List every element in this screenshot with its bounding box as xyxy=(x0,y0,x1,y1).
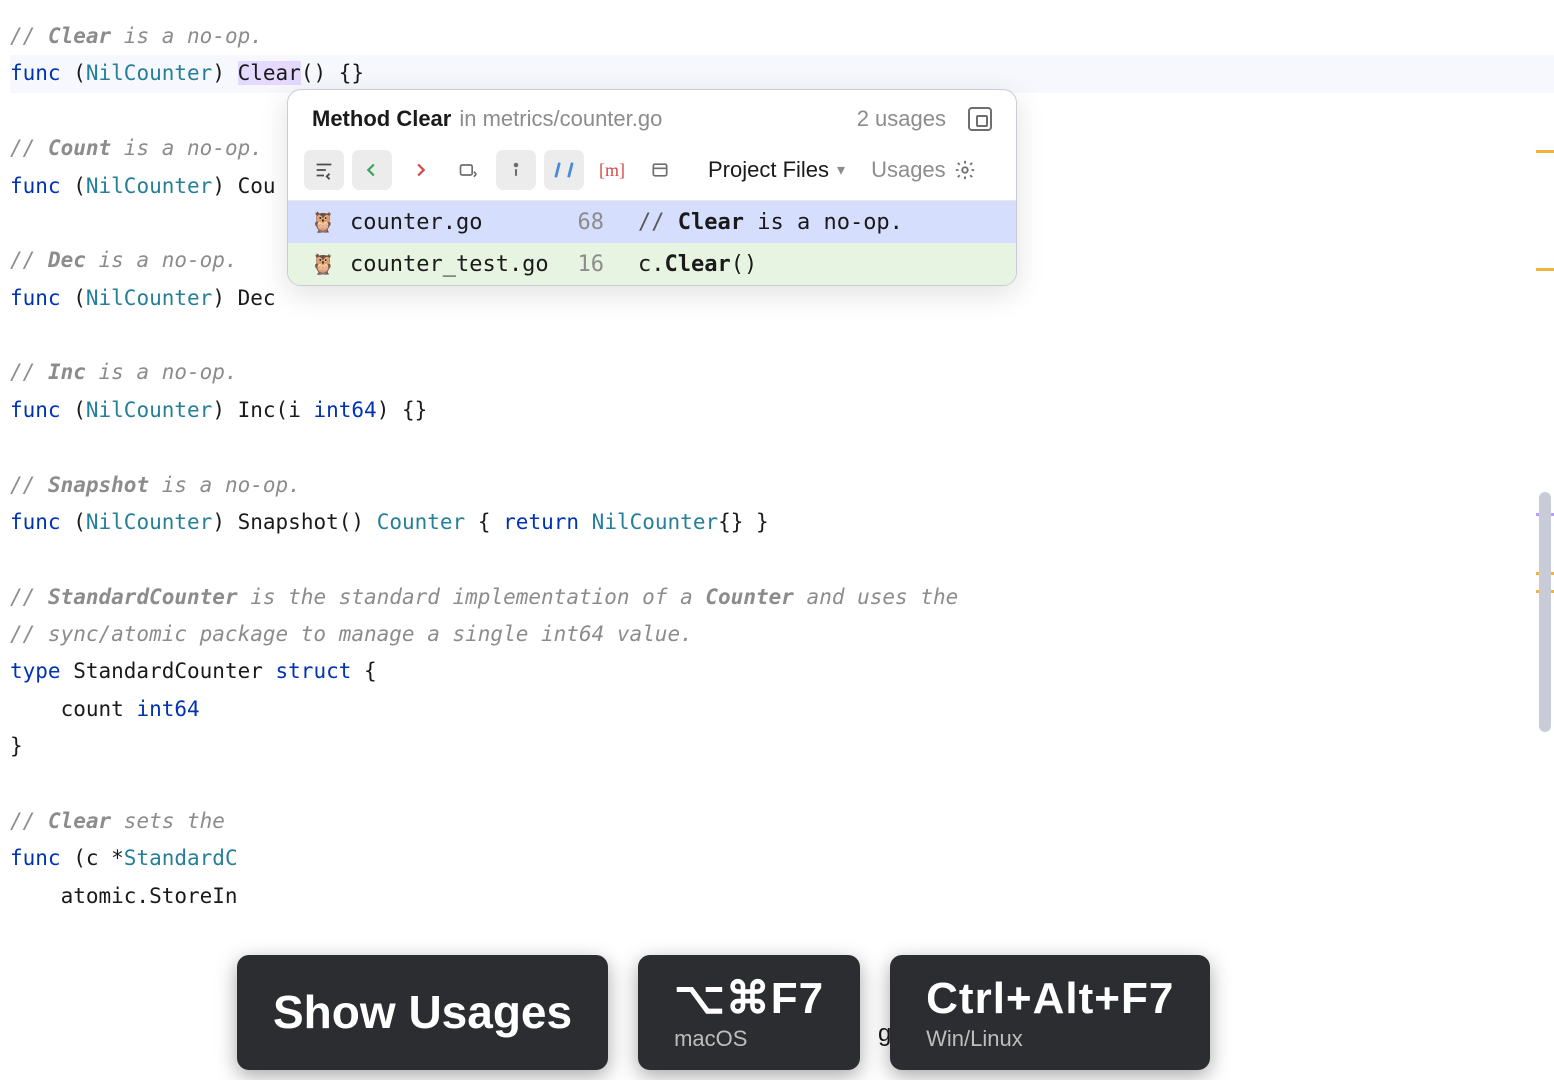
info-icon[interactable] xyxy=(496,150,536,190)
write-access-icon[interactable] xyxy=(400,150,440,190)
new-search-icon[interactable] xyxy=(304,150,344,190)
chevron-down-icon: ▾ xyxy=(837,160,845,180)
result-snippet: c.Clear() xyxy=(618,252,757,277)
popup-header: Method Clear in metrics/counter.go 2 usa… xyxy=(288,90,1016,144)
marker-rail[interactable] xyxy=(1536,0,1554,1080)
import-filter-icon[interactable] xyxy=(448,150,488,190)
preview-icon[interactable] xyxy=(640,150,680,190)
regex-icon[interactable]: [m] xyxy=(592,150,632,190)
gear-icon[interactable] xyxy=(954,159,994,181)
usages-popup: Method Clear in metrics/counter.go 2 usa… xyxy=(287,89,1017,286)
symbol-clear[interactable]: Clear xyxy=(238,61,301,85)
open-in-toolwindow-icon[interactable] xyxy=(968,107,992,131)
read-access-icon[interactable] xyxy=(352,150,392,190)
usage-count: 2 usages xyxy=(857,106,946,132)
go-test-file-icon: 🦉 xyxy=(310,251,336,277)
result-linenum: 68 xyxy=(554,210,604,235)
shortcut-overlay: Show Usages ⌥⌘F7 macOS Ctrl+Alt+F7 Win/L… xyxy=(237,955,1210,1070)
popup-title: Method Clear xyxy=(312,106,451,132)
go-file-icon: 🦉 xyxy=(310,209,336,235)
usages-link[interactable]: Usages xyxy=(871,157,946,183)
winlinux-shortcut-card: Ctrl+Alt+F7 Win/Linux xyxy=(890,955,1210,1070)
macos-shortcut-card: ⌥⌘F7 macOS xyxy=(638,955,860,1070)
warning-marker[interactable] xyxy=(1536,150,1554,153)
warning-marker[interactable] xyxy=(1536,268,1554,271)
result-filename: counter.go xyxy=(350,210,540,235)
scope-selector[interactable]: Project Files ▾ xyxy=(702,157,851,183)
comments-filter-icon[interactable] xyxy=(544,150,584,190)
popup-toolbar: [m] Project Files ▾ Usages xyxy=(288,144,1016,201)
popup-path: in metrics/counter.go xyxy=(459,106,662,132)
result-linenum: 16 xyxy=(554,252,604,277)
action-name-card: Show Usages xyxy=(237,955,608,1070)
result-snippet: // Clear is a no-op. xyxy=(618,210,903,235)
result-filename: counter_test.go xyxy=(350,252,540,277)
scrollbar-thumb[interactable] xyxy=(1539,492,1551,732)
usage-result-row[interactable]: 🦉 counter.go 68 // Clear is a no-op. xyxy=(288,201,1016,243)
usage-result-row[interactable]: 🦉 counter_test.go 16 c.Clear() xyxy=(288,243,1016,285)
